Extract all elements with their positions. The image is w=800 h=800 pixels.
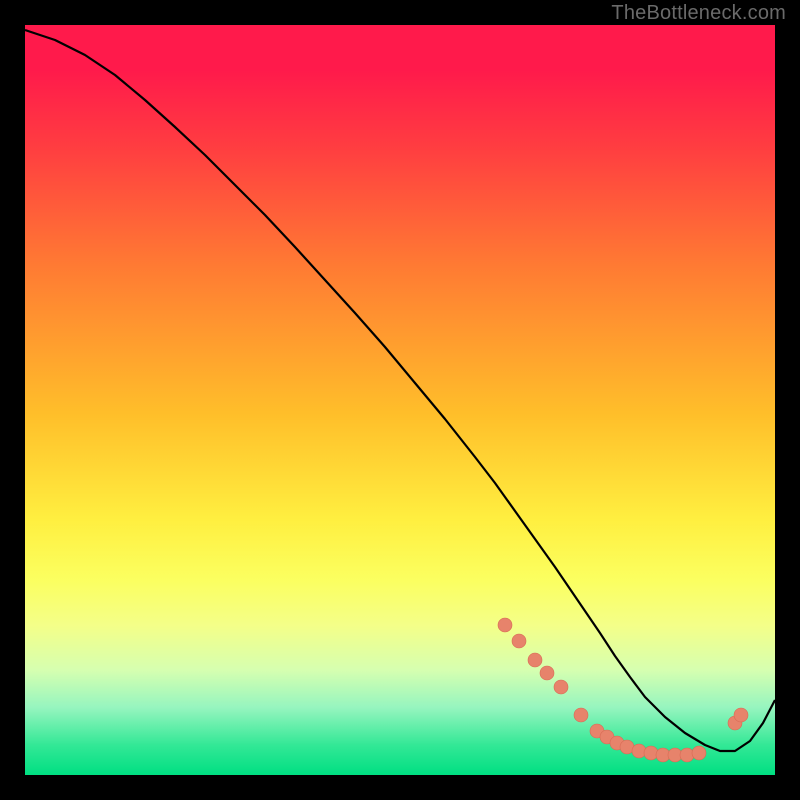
data-point xyxy=(554,680,568,694)
data-point xyxy=(528,653,542,667)
data-point xyxy=(574,708,588,722)
bottleneck-curve xyxy=(25,30,775,751)
data-point xyxy=(644,746,658,760)
data-point xyxy=(632,744,646,758)
data-point xyxy=(498,618,512,632)
data-point xyxy=(692,746,706,760)
data-point xyxy=(540,666,554,680)
data-points-group xyxy=(498,618,748,762)
attribution-label: TheBottleneck.com xyxy=(611,2,786,25)
chart-svg xyxy=(25,25,775,775)
chart-frame: TheBottleneck.com xyxy=(0,0,800,800)
data-point xyxy=(512,634,526,648)
data-point xyxy=(734,708,748,722)
data-point xyxy=(680,748,694,762)
plot-area xyxy=(25,25,775,775)
